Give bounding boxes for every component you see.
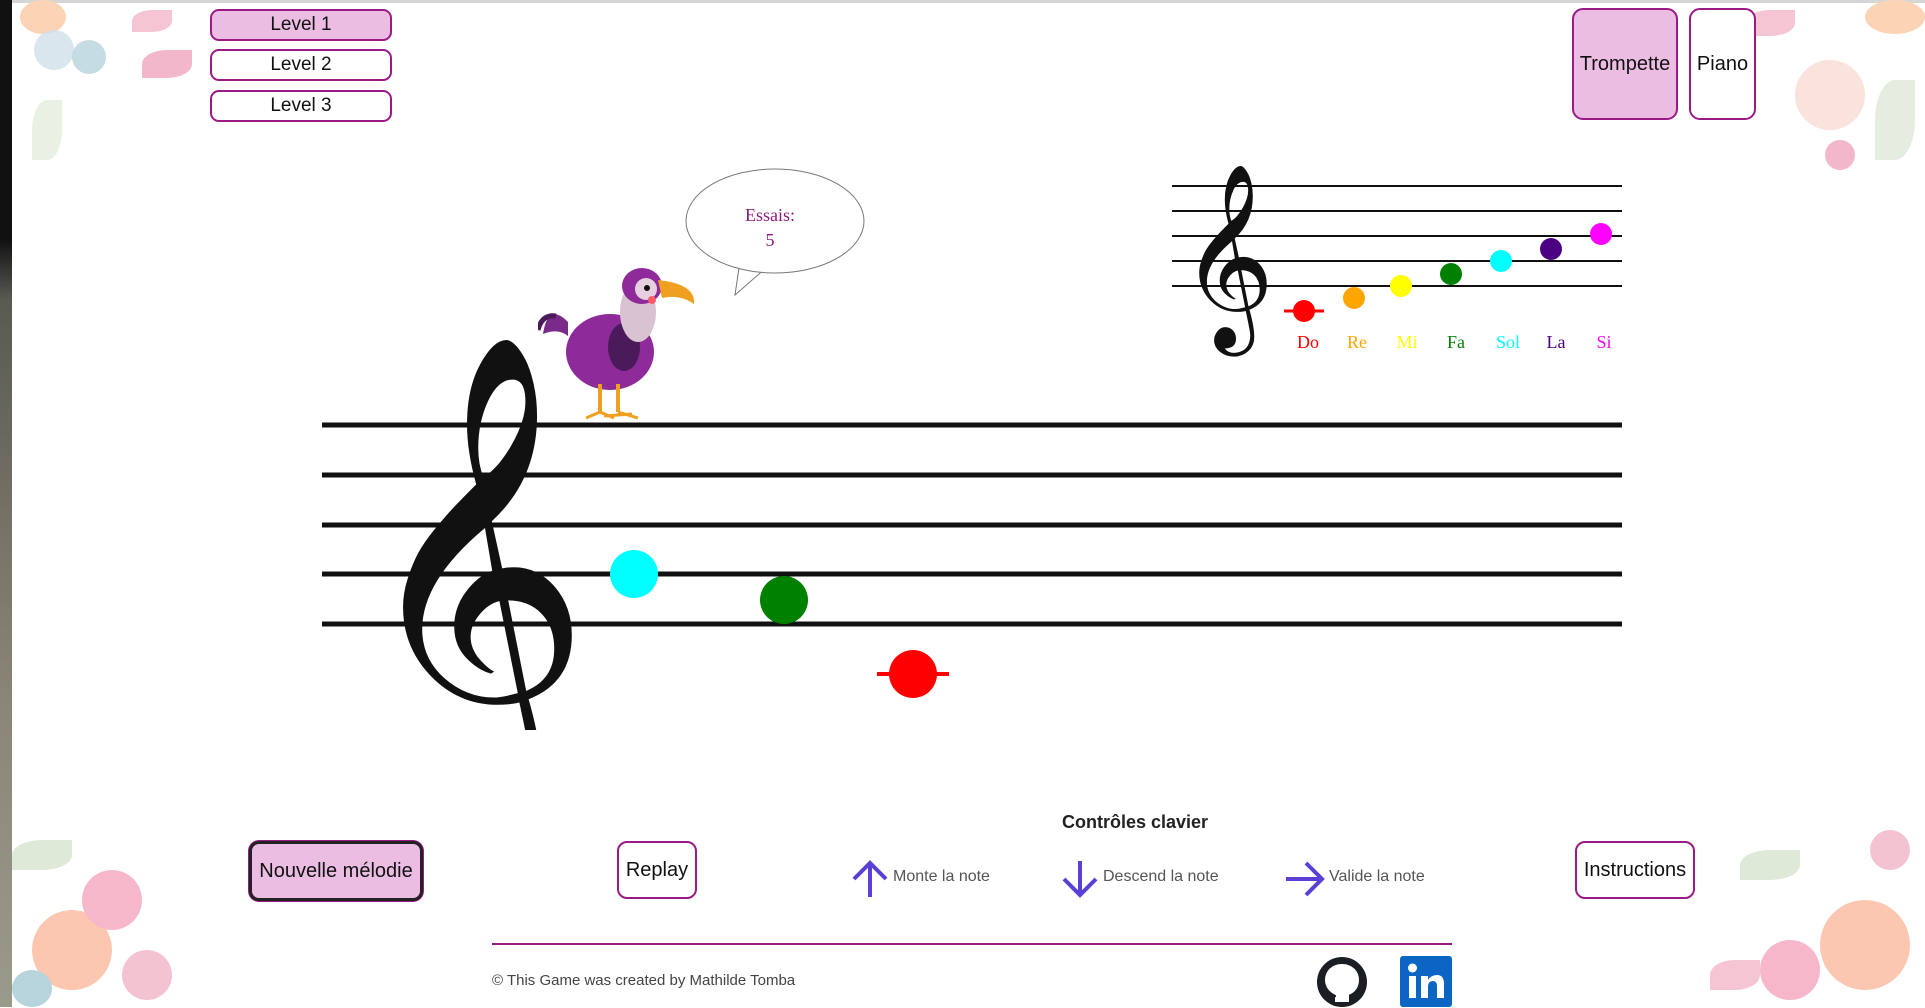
melody-note-fa [760, 576, 808, 624]
reference-note-mi [1390, 275, 1412, 297]
footer-credit: © This Game was created by Mathilde Tomb… [492, 972, 796, 989]
control-label-up: Monte la note [893, 868, 990, 885]
attempts-value: 5 [765, 230, 775, 250]
trompette-button[interactable]: Trompette [1572, 8, 1678, 120]
reference-note-si [1590, 223, 1612, 245]
attempts-counter: Essais: 5 [700, 203, 840, 253]
linkedin-icon[interactable] [1400, 956, 1452, 1007]
reference-note-fa [1440, 263, 1462, 285]
piano-button[interactable]: Piano [1689, 8, 1756, 120]
reference-note-la [1540, 238, 1562, 260]
github-icon[interactable] [1316, 956, 1368, 1008]
control-label-down: Descend la note [1103, 868, 1219, 885]
level-2-button[interactable]: Level 2 [210, 49, 392, 81]
melody-note-do [889, 650, 937, 698]
main-treble-clef: 𝄞 [355, 330, 591, 730]
controls-title: Contrôles clavier [1061, 812, 1209, 832]
replay-button[interactable]: Replay [617, 841, 697, 899]
level-3-button[interactable]: Level 3 [210, 90, 392, 122]
attempts-label: Essais: [744, 205, 795, 225]
arrow-up-icon [852, 860, 888, 897]
footer-divider [492, 943, 1452, 945]
top-border [12, 0, 1925, 3]
left-window-edge [0, 0, 12, 1007]
instructions-button[interactable]: Instructions [1575, 841, 1695, 899]
floral-decoration-bottom-left [12, 800, 242, 1007]
arrow-right-icon [1286, 861, 1325, 897]
floral-decoration-top-left [12, 0, 212, 180]
reference-note-re [1343, 287, 1365, 309]
new-melody-button[interactable]: Nouvelle mélodie [249, 841, 423, 901]
control-label-right: Valide la note [1329, 868, 1425, 885]
floral-decoration-bottom-right [1700, 790, 1925, 1007]
melody-note-sol [610, 550, 658, 598]
main-staff: 𝄞 [322, 330, 1622, 730]
arrow-down-icon [1062, 861, 1098, 898]
reference-note-sol [1490, 250, 1512, 272]
level-1-button[interactable]: Level 1 [210, 9, 392, 41]
